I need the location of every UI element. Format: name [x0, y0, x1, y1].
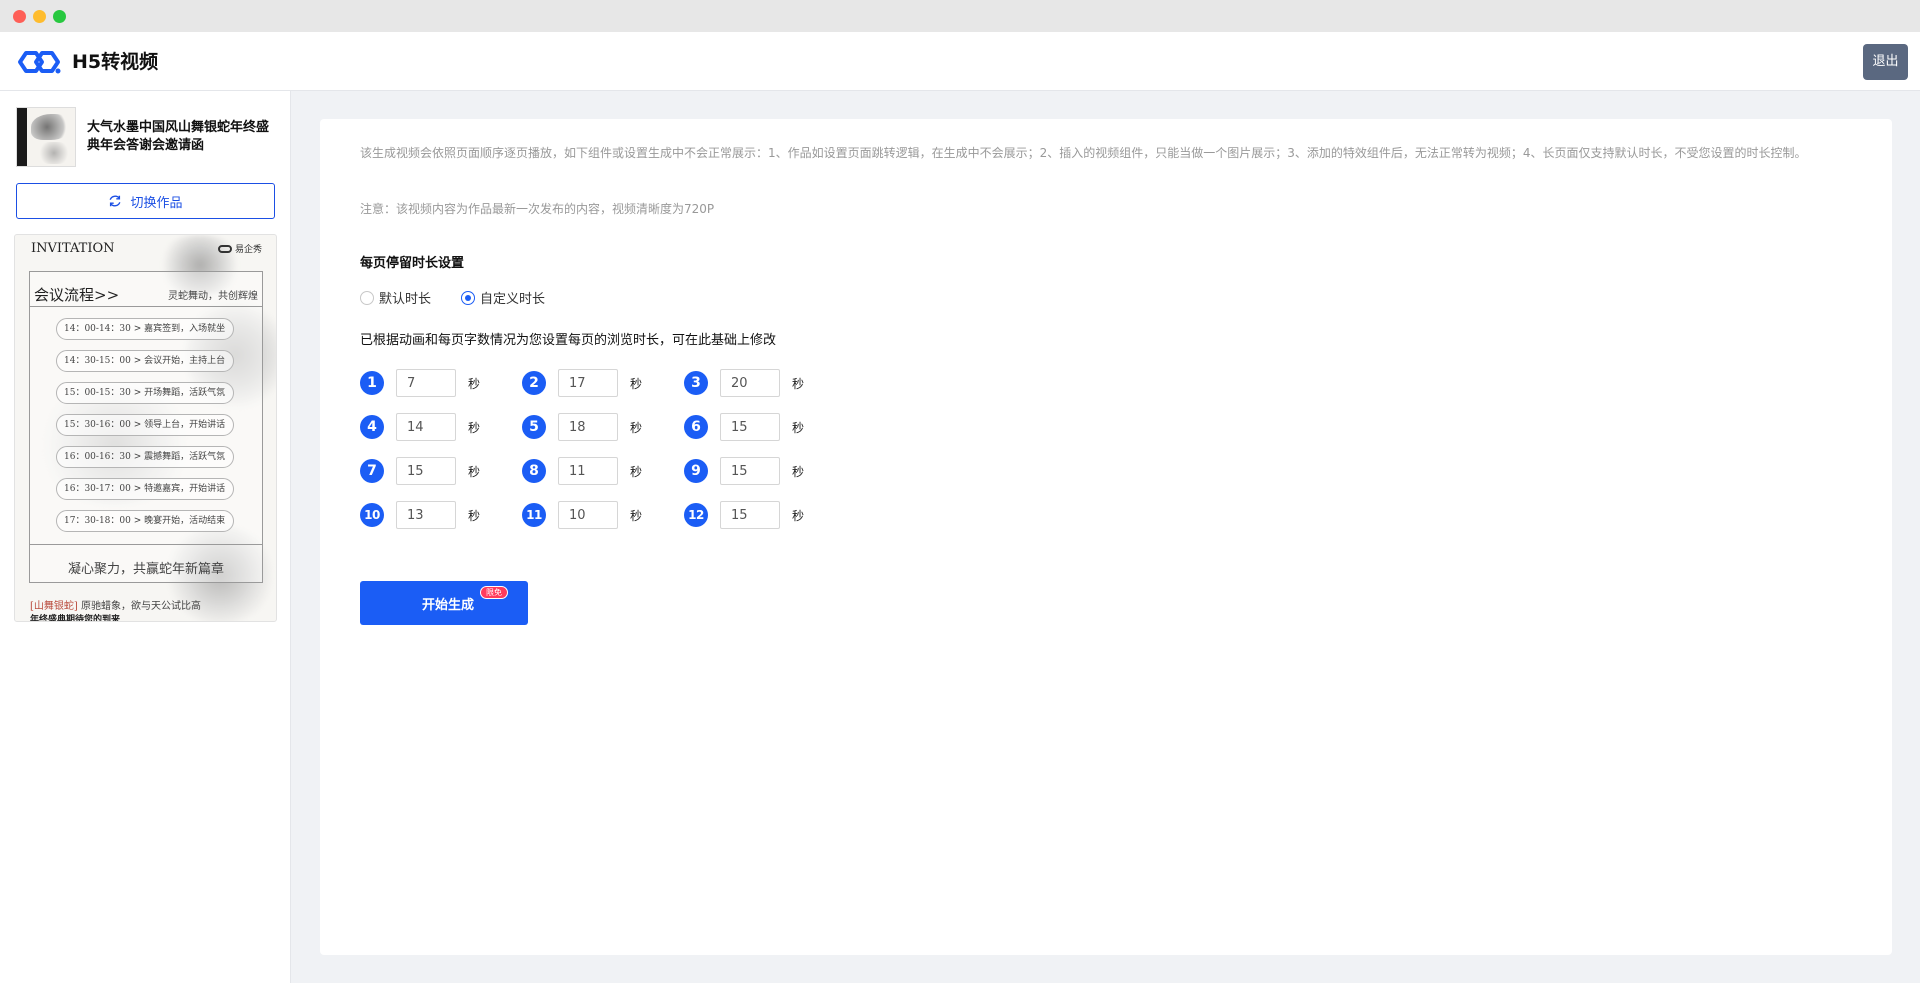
page-duration-item: 9 秒	[684, 457, 804, 485]
radio-custom-duration[interactable]: 自定义时长	[461, 288, 545, 307]
page-duration-item: 10 秒	[360, 501, 480, 529]
page-number-badge: 12	[684, 503, 708, 527]
page-duration-input[interactable]	[720, 413, 780, 441]
preview-schedule-item: 14：30-15：00 > 会议开始，主持上台	[56, 350, 234, 372]
generation-description: 该生成视频会依照页面顺序逐页播放，如下组件或设置生成中不会正常展示：1、作品如设…	[360, 146, 1807, 160]
page-number-badge: 3	[684, 371, 708, 395]
work-preview[interactable]: INVITATION 易企秀 会议流程>> 灵蛇舞动，共创辉煌 14：00-14…	[14, 234, 277, 622]
page-number-badge: 8	[522, 459, 546, 483]
preview-footer: 凝心聚力，共赢蛇年新篇章	[67, 562, 224, 577]
start-generate-button[interactable]: 开始生成 限免	[360, 581, 528, 625]
seconds-unit: 秒	[468, 464, 481, 479]
preview-schedule-item: 15：30-16：00 > 领导上台，开始讲话	[56, 414, 234, 436]
duration-mode-radios: 默认时长 自定义时长	[360, 288, 545, 307]
seconds-unit: 秒	[468, 508, 481, 523]
free-badge: 限免	[480, 586, 508, 599]
page-number-badge: 2	[522, 371, 546, 395]
page-duration-input[interactable]	[720, 457, 780, 485]
preview-brand: 易企秀	[217, 242, 262, 255]
page-duration-input[interactable]	[720, 501, 780, 529]
preview-frame: 会议流程>> 灵蛇舞动，共创辉煌 14：00-14：30 > 嘉宾签到，入场就坐…	[29, 271, 263, 583]
preview-schedule-item: 14：00-14：30 > 嘉宾签到，入场就坐	[56, 318, 234, 340]
preview-schedule-item: 16：30-17：00 > 特邀嘉宾，开始讲话	[56, 478, 234, 500]
duration-section-title: 每页停留时长设置	[360, 256, 465, 271]
sidebar: 大气水墨中国风山舞银蛇年终盛典年会答谢会邀请函 切换作品 INVITATION …	[0, 91, 291, 983]
preview-schedule-item: 15：00-15：30 > 开场舞蹈，活跃气氛	[56, 382, 234, 404]
radio-circle	[461, 290, 476, 305]
seconds-unit: 秒	[792, 420, 805, 435]
preview-schedule-item: 17：30-18：00 > 晚宴开始，活动结束	[56, 510, 234, 532]
radio-default-duration[interactable]: 默认时长	[360, 288, 431, 307]
page-number-badge: 1	[360, 371, 384, 395]
page-duration-item: 1 秒	[360, 369, 480, 397]
preview-divider	[30, 544, 262, 545]
preview-note-bold: 年终盛典期待您的到来	[30, 615, 121, 622]
app-logo-icon	[18, 51, 61, 74]
minimize-window-icon[interactable]	[33, 10, 46, 23]
page-duration-input[interactable]	[396, 369, 456, 397]
generation-note: 注意：该视频内容为作品最新一次发布的内容，视频清晰度为720P	[360, 202, 715, 216]
page-duration-input[interactable]	[396, 457, 456, 485]
page-duration-item: 4 秒	[360, 413, 480, 441]
page-duration-item: 3 秒	[684, 369, 804, 397]
page-duration-item: 6 秒	[684, 413, 804, 441]
brand-logo-icon	[217, 244, 232, 253]
preview-frame-subtitle: 灵蛇舞动，共创辉煌	[168, 291, 258, 302]
page-number-badge: 9	[684, 459, 708, 483]
page-duration-item: 2 秒	[522, 369, 642, 397]
app-title: H5转视频	[72, 51, 159, 73]
page-number-badge: 4	[360, 415, 384, 439]
page-number-badge: 11	[522, 503, 546, 527]
duration-section-description: 已根据动画和每页字数情况为您设置每页的浏览时长，可在此基础上修改	[360, 333, 777, 348]
page-duration-input[interactable]	[396, 501, 456, 529]
seconds-unit: 秒	[630, 420, 643, 435]
page-number-badge: 10	[360, 503, 384, 527]
page-number-badge: 6	[684, 415, 708, 439]
seconds-unit: 秒	[630, 464, 643, 479]
close-window-icon[interactable]	[13, 10, 26, 23]
main-panel: 该生成视频会依照页面顺序逐页播放，如下组件或设置生成中不会正常展示：1、作品如设…	[320, 119, 1892, 955]
seconds-unit: 秒	[792, 508, 805, 523]
page-duration-item: 7 秒	[360, 457, 480, 485]
page-duration-input[interactable]	[720, 369, 780, 397]
preview-schedule-item: 16：00-16：30 > 震撼舞蹈，活跃气氛	[56, 446, 234, 468]
radio-circle	[360, 290, 374, 305]
logout-button[interactable]: 退出	[1863, 44, 1908, 80]
page-duration-input[interactable]	[558, 369, 618, 397]
page-number-badge: 5	[522, 415, 546, 439]
page-duration-item: 11 秒	[522, 501, 642, 529]
preview-note: [山舞银蛇] 原驰蜡象，欲与天公试比高	[30, 601, 201, 612]
page-duration-input[interactable]	[558, 413, 618, 441]
seconds-unit: 秒	[630, 376, 643, 391]
page-number-badge: 7	[360, 459, 384, 483]
page-duration-item: 12 秒	[684, 501, 804, 529]
page-duration-input[interactable]	[396, 413, 456, 441]
work-thumbnail	[16, 107, 76, 167]
refresh-icon	[110, 195, 121, 207]
preview-divider	[30, 306, 262, 307]
work-title: 大气水墨中国风山舞银蛇年终盛典年会答谢会邀请函	[87, 120, 270, 153]
window-titlebar	[0, 0, 1920, 32]
seconds-unit: 秒	[630, 508, 643, 523]
app-header: H5转视频 退出	[0, 32, 1920, 91]
switch-work-button[interactable]: 切换作品	[16, 183, 275, 219]
preview-frame-title: 会议流程>>	[34, 286, 120, 304]
maximize-window-icon[interactable]	[53, 10, 66, 23]
seconds-unit: 秒	[468, 420, 481, 435]
seconds-unit: 秒	[792, 376, 805, 391]
start-generate-label: 开始生成	[421, 597, 474, 613]
page-duration-item: 8 秒	[522, 457, 642, 485]
seconds-unit: 秒	[792, 464, 805, 479]
seconds-unit: 秒	[468, 376, 481, 391]
page-duration-input[interactable]	[558, 457, 618, 485]
switch-work-label: 切换作品	[130, 195, 183, 211]
preview-heading: INVITATION	[31, 241, 115, 256]
page-duration-input[interactable]	[558, 501, 618, 529]
page-duration-item: 5 秒	[522, 413, 642, 441]
